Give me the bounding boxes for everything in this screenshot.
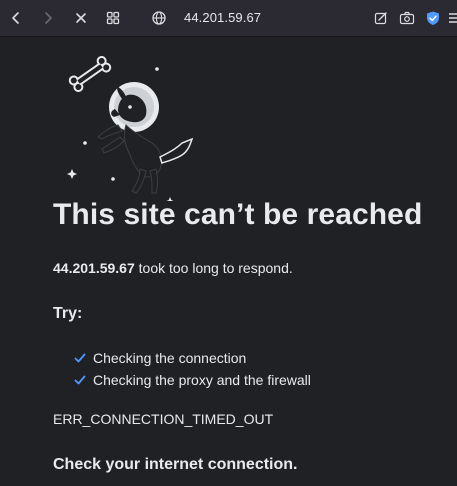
grid-icon (106, 11, 120, 25)
address-bar[interactable]: 44.201.59.67 (184, 10, 261, 25)
back-icon (12, 12, 19, 24)
dog-in-space-icon (67, 55, 194, 201)
shield-icon (427, 11, 439, 25)
vpn-shield-button[interactable] (421, 6, 445, 30)
error-code: ERR_CONNECTION_TIMED_OUT (53, 411, 274, 427)
menu-button[interactable] (445, 6, 457, 30)
error-page: This site can’t be reached 44.201.59.67 … (0, 37, 457, 486)
camera-icon (399, 11, 415, 25)
stop-icon (76, 13, 86, 23)
description-text: took too long to respond. (134, 260, 293, 276)
host-name: 44.201.59.67 (53, 260, 135, 276)
error-description: 44.201.59.67 took too long to respond. (53, 260, 293, 276)
back-button[interactable] (4, 6, 28, 30)
suggestion-item: Checking the connection (74, 350, 246, 366)
check-connection-heading: Check your internet connection. (53, 456, 298, 473)
browser-toolbar: 44.201.59.67 (0, 0, 457, 37)
screenshot-button[interactable] (395, 6, 419, 30)
checkmark-icon (74, 375, 86, 385)
try-heading: Try: (53, 305, 83, 322)
menu-icon (449, 13, 457, 23)
site-info-button[interactable] (147, 6, 171, 30)
globe-icon (152, 11, 166, 25)
page-title: This site can’t be reached (53, 198, 423, 231)
edit-icon (374, 12, 387, 25)
suggestion-text: Checking the connection (93, 350, 247, 366)
forward-icon (45, 12, 52, 24)
stop-button[interactable] (69, 6, 93, 30)
checkmark-icon (74, 353, 86, 363)
forward-button[interactable] (36, 6, 60, 30)
suggestion-text: Checking the proxy and the firewall (93, 372, 311, 388)
tab-grid-button[interactable] (101, 6, 125, 30)
edit-button[interactable] (369, 6, 393, 30)
suggestion-item: Checking the proxy and the firewall (74, 372, 311, 388)
